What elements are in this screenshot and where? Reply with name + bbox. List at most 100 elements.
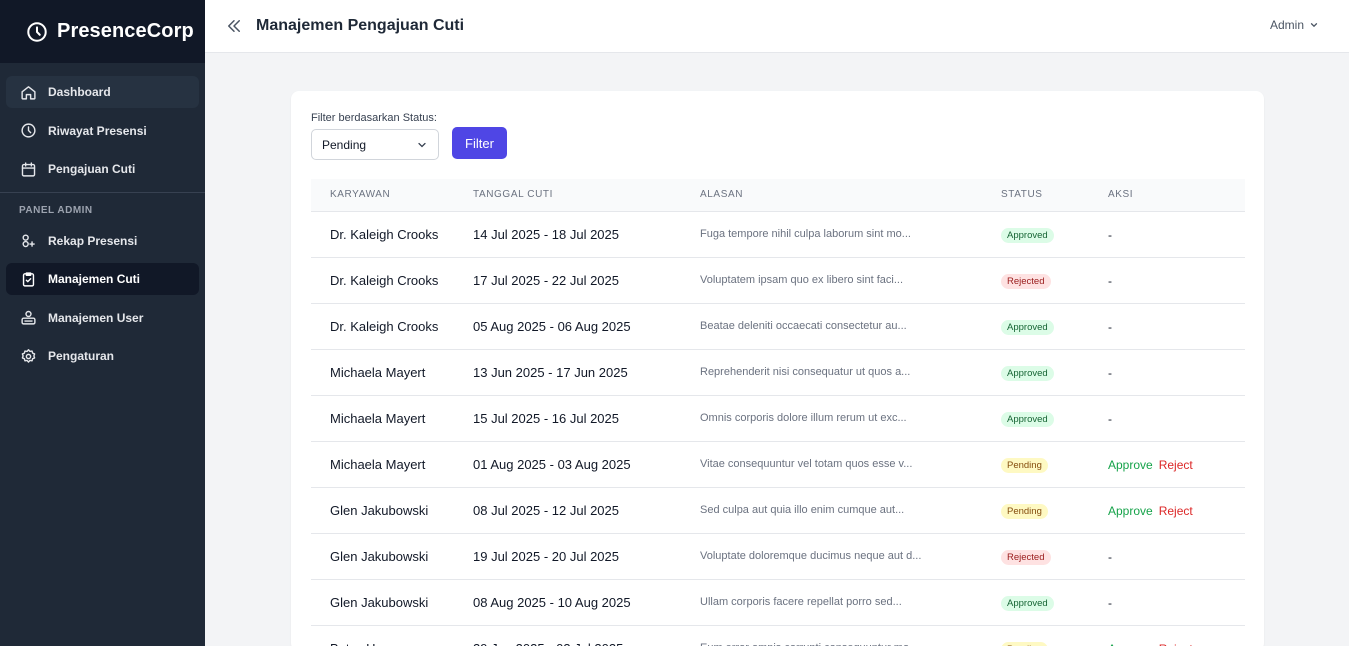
status-filter-select[interactable]: Pending xyxy=(311,129,439,160)
sidebar-item-rekap-presensi[interactable]: Rekap Presensi xyxy=(6,225,199,257)
column-header-aksi: AKSI xyxy=(1108,179,1245,212)
actions-cell: - xyxy=(1108,303,1245,350)
filter-button[interactable]: Filter xyxy=(452,127,507,159)
user-menu[interactable]: Admin xyxy=(1270,18,1319,32)
users-icon xyxy=(20,309,37,326)
sidebar-item-label: Manajemen User xyxy=(48,310,144,325)
table-header-row: KARYAWAN TANGGAL CUTI ALASAN STATUS AKSI xyxy=(311,179,1245,212)
admin-section-label: PANEL ADMIN xyxy=(19,204,93,216)
leave-dates: 08 Aug 2025 - 10 Aug 2025 xyxy=(473,579,700,626)
no-action: - xyxy=(1108,319,1112,334)
status-badge: Approved xyxy=(1001,365,1054,381)
leave-dates: 29 Jun 2025 - 03 Jul 2025 xyxy=(473,625,700,646)
column-header-karyawan[interactable]: KARYAWAN xyxy=(311,179,473,212)
leave-reason: Fuga tempore nihil culpa laborum sint mo… xyxy=(700,211,1001,258)
employee-name: Michaela Mayert xyxy=(311,441,473,488)
column-header-status[interactable]: STATUS xyxy=(1001,179,1108,212)
sidebar-item-label: Manajemen Cuti xyxy=(48,272,141,286)
home-icon xyxy=(20,84,37,101)
clipboard-check-icon xyxy=(20,271,37,288)
table-row: Dr. Kaleigh Crooks 05 Aug 2025 - 06 Aug 2… xyxy=(311,303,1245,350)
brand[interactable]: PresenceCorp xyxy=(0,0,205,63)
leave-reason: Voluptatem ipsam quo ex libero sint faci… xyxy=(700,257,1001,304)
employee-name: Glen Jakubowski xyxy=(311,487,473,534)
status-cell: Rejected xyxy=(1001,257,1108,304)
chevron-down-icon xyxy=(1309,20,1319,30)
status-badge: Approved xyxy=(1001,411,1054,427)
status-badge: Pending xyxy=(1001,457,1048,473)
no-action: - xyxy=(1108,365,1112,380)
actions-cell: - xyxy=(1108,579,1245,626)
column-header-alasan[interactable]: ALASAN xyxy=(700,179,1001,212)
no-action: - xyxy=(1108,595,1112,610)
reject-button[interactable]: Reject xyxy=(1159,458,1193,472)
approve-button[interactable]: Approve xyxy=(1108,642,1153,646)
leave-dates: 14 Jul 2025 - 18 Jul 2025 xyxy=(473,211,700,258)
column-header-tanggal-cuti[interactable]: TANGGAL CUTI xyxy=(473,179,700,212)
no-action: - xyxy=(1108,227,1112,242)
reject-button[interactable]: Reject xyxy=(1159,504,1193,518)
status-badge: Approved xyxy=(1001,595,1054,611)
leave-reason: Ullam corporis facere repellat porro sed… xyxy=(700,579,1001,626)
sidebar-nav: Dashboard Riwayat Presensi Pengajuan Cut… xyxy=(0,63,205,372)
filter-label: Filter berdasarkan Status: xyxy=(311,112,437,124)
status-cell: Approved xyxy=(1001,395,1108,442)
leave-dates: 17 Jul 2025 - 22 Jul 2025 xyxy=(473,257,700,304)
employee-name: Dr. Kaleigh Crooks xyxy=(311,303,473,350)
status-cell: Approved xyxy=(1001,579,1108,626)
leave-dates: 13 Jun 2025 - 17 Jun 2025 xyxy=(473,349,700,396)
table-row: Glen Jakubowski 08 Aug 2025 - 10 Aug 2025… xyxy=(311,579,1245,626)
status-badge: Pending xyxy=(1001,641,1048,646)
employee-name: Dr. Kaleigh Crooks xyxy=(311,211,473,258)
table-body: Dr. Kaleigh Crooks 14 Jul 2025 - 18 Jul 2… xyxy=(311,211,1245,646)
sidebar-item-manajemen-cuti[interactable]: Manajemen Cuti xyxy=(6,263,199,295)
no-action: - xyxy=(1108,273,1112,288)
status-cell: Pending xyxy=(1001,487,1108,534)
status-cell: Pending xyxy=(1001,441,1108,488)
page-title: Manajemen Pengajuan Cuti xyxy=(256,17,465,34)
employee-name: Michaela Mayert xyxy=(311,395,473,442)
clock-icon xyxy=(26,21,48,43)
sidebar: PresenceCorp Dashboard Riwayat Presensi … xyxy=(0,0,205,646)
leave-reason: Beatae deleniti occaecati consectetur au… xyxy=(700,303,1001,350)
no-action: - xyxy=(1108,549,1112,564)
leave-reason: Sed culpa aut quia illo enim cumque aut.… xyxy=(700,487,1001,534)
table-row: Dr. Kaleigh Crooks 17 Jul 2025 - 22 Jul 2… xyxy=(311,257,1245,304)
actions-cell: - xyxy=(1108,533,1245,580)
employee-name: Betsy Hoppe xyxy=(311,625,473,646)
leave-dates: 05 Aug 2025 - 06 Aug 2025 xyxy=(473,303,700,350)
sidebar-item-riwayat-presensi[interactable]: Riwayat Presensi xyxy=(6,115,199,147)
actions-cell: Approve Reject xyxy=(1108,441,1245,488)
calendar-icon xyxy=(20,161,37,178)
leave-management-card: Filter berdasarkan Status: Pending Filte… xyxy=(291,91,1264,646)
sidebar-item-manajemen-user[interactable]: Manajemen User xyxy=(6,302,199,334)
status-cell: Approved xyxy=(1001,349,1108,396)
sidebar-item-dashboard[interactable]: Dashboard xyxy=(6,76,199,108)
sidebar-item-label: Riwayat Presensi xyxy=(48,123,147,138)
collapse-sidebar-icon[interactable] xyxy=(224,16,244,36)
employee-name: Glen Jakubowski xyxy=(311,533,473,580)
table-row: Michaela Mayert 15 Jul 2025 - 16 Jul 2025… xyxy=(311,395,1245,442)
status-badge: Pending xyxy=(1001,503,1048,519)
sidebar-item-label: Pengaturan xyxy=(48,349,115,363)
approve-button[interactable]: Approve xyxy=(1108,504,1153,518)
sidebar-item-label: Pengajuan Cuti xyxy=(48,162,136,176)
brand-name: PresenceCorp xyxy=(57,20,194,42)
actions-cell: Approve Reject xyxy=(1108,625,1245,646)
no-action: - xyxy=(1108,411,1112,426)
reject-button[interactable]: Reject xyxy=(1159,642,1193,646)
user-name: Admin xyxy=(1269,18,1304,32)
table-row: Michaela Mayert 01 Aug 2025 - 03 Aug 2025… xyxy=(311,441,1245,488)
leave-dates: 08 Jul 2025 - 12 Jul 2025 xyxy=(473,487,700,534)
chart-icon xyxy=(20,232,37,249)
status-cell: Approved xyxy=(1001,303,1108,350)
leave-reason: Reprehenderit nisi consequatur ut quos a… xyxy=(700,349,1001,396)
leave-reason: Voluptate doloremque ducimus neque aut d… xyxy=(700,533,1001,580)
sidebar-item-pengajuan-cuti[interactable]: Pengajuan Cuti xyxy=(6,153,199,185)
approve-button[interactable]: Approve xyxy=(1108,458,1153,472)
sidebar-item-label: Rekap Presensi xyxy=(48,233,138,248)
table-row: Betsy Hoppe29 Jun 2025 - 03 Jul 2025Eum … xyxy=(311,625,1245,646)
actions-cell: - xyxy=(1108,257,1245,304)
sidebar-item-label: Dashboard xyxy=(48,85,111,99)
sidebar-item-pengaturan[interactable]: Pengaturan xyxy=(6,340,199,372)
